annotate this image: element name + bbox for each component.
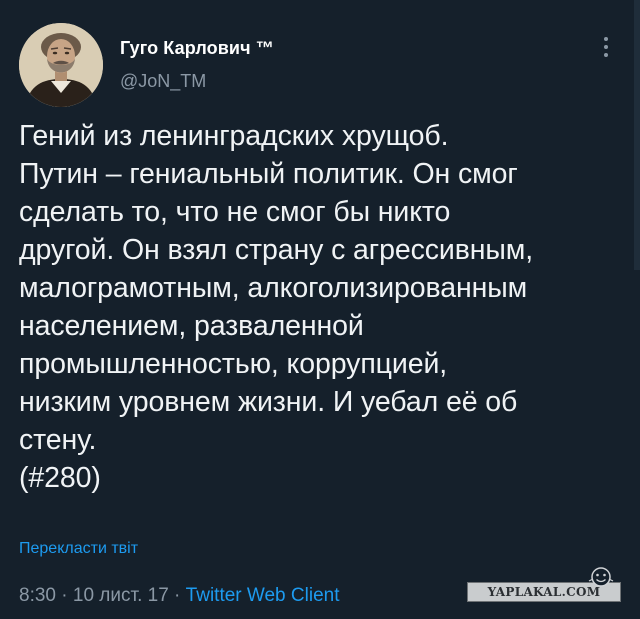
- tweet-meta: 8:30 · 10 лист. 17 · Twitter Web Client: [19, 585, 339, 607]
- tweet-text-line: Гений из ленинградских хрущоб.: [19, 120, 449, 152]
- tweet-text-line: стену.: [19, 424, 97, 456]
- meta-separator: ·: [168, 585, 186, 606]
- tweet-text-line: низким уровнем жизни. И уебал её об: [19, 386, 518, 418]
- more-vertical-icon[interactable]: [600, 37, 612, 63]
- author-handle[interactable]: @JoN_TM: [120, 71, 206, 92]
- meta-separator: ·: [55, 585, 73, 606]
- tweet-text-line: другой. Он взял страну с агрессивным,: [19, 234, 534, 266]
- tweet-text-line: населением, разваленной: [19, 310, 364, 342]
- tweet-text-line: (#280): [19, 462, 101, 494]
- tweet-text-line: Путин – гениальный политик. Он смог: [19, 158, 518, 190]
- tweet-time[interactable]: 8:30: [19, 585, 56, 606]
- author-display-name[interactable]: Гуго Карлович ™: [120, 38, 274, 59]
- tweet-text-line: промышленностью, коррупцией,: [19, 348, 448, 380]
- tweet-client-link[interactable]: Twitter Web Client: [186, 585, 340, 606]
- avatar[interactable]: [19, 23, 103, 107]
- tweet-text-line: сделать то, что не смог бы никто: [19, 196, 451, 228]
- portrait-avatar-icon: [19, 23, 103, 107]
- tweet-text-line: малограмотным, алкоголизированным: [19, 272, 528, 304]
- tweet-text: Гений из ленинградских хрущоб. Путин – г…: [19, 117, 619, 497]
- translate-tweet-link[interactable]: Перекласти твіт: [19, 540, 138, 558]
- tweet-card: Гуго Карлович ™ @JoN_TM Гений из ленингр…: [0, 0, 640, 619]
- scrollbar[interactable]: [634, 0, 640, 270]
- smiley-face-icon: [588, 567, 614, 587]
- tweet-date[interactable]: 10 лист. 17: [73, 585, 169, 606]
